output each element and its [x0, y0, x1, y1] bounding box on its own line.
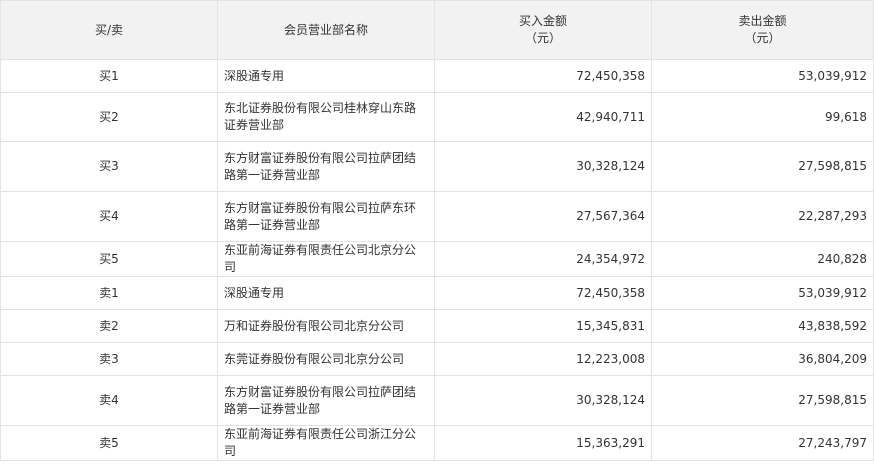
table-row: 买1 深股通专用 72,450,358 53,039,912 [0, 59, 874, 93]
header-buy-amount-label: 买入金额 [518, 14, 567, 28]
row-member-name: 万和证券股份有限公司北京分公司 [217, 309, 435, 343]
table-row: 卖1 深股通专用 72,450,358 53,039,912 [0, 276, 874, 310]
table-row: 卖3 东莞证券股份有限公司北京分公司 12,223,008 36,804,209 [0, 342, 874, 376]
row-buy-amount: 24,354,972 [434, 241, 652, 277]
header-member-name: 会员营业部名称 [217, 0, 435, 60]
row-sell-amount: 53,039,912 [651, 276, 874, 310]
row-sell-amount: 43,838,592 [651, 309, 874, 343]
row-sell-amount: 27,598,815 [651, 375, 874, 426]
table-row: 买2 东北证券股份有限公司桂林穿山东路证券营业部 42,940,711 99,6… [0, 92, 874, 142]
row-buy-amount: 72,450,358 [434, 59, 652, 93]
row-side: 卖1 [0, 276, 218, 310]
row-buy-amount: 42,940,711 [434, 92, 652, 142]
header-side: 买/卖 [0, 0, 218, 60]
trading-seats-table: 买/卖 会员营业部名称 买入金额 （元） 卖出金额 （元） 买1 深股通专用 7… [0, 0, 874, 461]
row-member-name: 东北证券股份有限公司桂林穿山东路证券营业部 [217, 92, 435, 142]
row-member-name: 东方财富证券股份有限公司拉萨团结路第一证券营业部 [217, 141, 435, 192]
row-side: 买4 [0, 191, 218, 242]
row-buy-amount: 15,345,831 [434, 309, 652, 343]
header-sell-amount-label: 卖出金额 [738, 14, 787, 28]
table-row: 卖5 东亚前海证券有限责任公司浙江分公司 15,363,291 27,243,7… [0, 425, 874, 461]
row-buy-amount: 72,450,358 [434, 276, 652, 310]
row-member-name: 东方财富证券股份有限公司拉萨东环路第一证券营业部 [217, 191, 435, 242]
row-sell-amount: 36,804,209 [651, 342, 874, 376]
row-side: 买2 [0, 92, 218, 142]
row-member-name: 东亚前海证券有限责任公司北京分公司 [217, 241, 435, 277]
row-side: 卖2 [0, 309, 218, 343]
row-side: 卖5 [0, 425, 218, 461]
header-buy-amount: 买入金额 （元） [434, 0, 652, 60]
row-member-name: 东亚前海证券有限责任公司浙江分公司 [217, 425, 435, 461]
row-side: 卖3 [0, 342, 218, 376]
row-buy-amount: 30,328,124 [434, 141, 652, 192]
table-row: 卖2 万和证券股份有限公司北京分公司 15,345,831 43,838,592 [0, 309, 874, 343]
row-buy-amount: 27,567,364 [434, 191, 652, 242]
table-row: 买5 东亚前海证券有限责任公司北京分公司 24,354,972 240,828 [0, 241, 874, 277]
table-row: 买4 东方财富证券股份有限公司拉萨东环路第一证券营业部 27,567,364 2… [0, 191, 874, 242]
row-side: 卖4 [0, 375, 218, 426]
row-buy-amount: 15,363,291 [434, 425, 652, 461]
table-row: 买3 东方财富证券股份有限公司拉萨团结路第一证券营业部 30,328,124 2… [0, 141, 874, 192]
row-sell-amount: 99,618 [651, 92, 874, 142]
row-side: 买3 [0, 141, 218, 192]
row-side: 买1 [0, 59, 218, 93]
row-sell-amount: 27,598,815 [651, 141, 874, 192]
header-sell-amount-unit: （元） [744, 31, 781, 45]
row-member-name: 东方财富证券股份有限公司拉萨团结路第一证券营业部 [217, 375, 435, 426]
row-side: 买5 [0, 241, 218, 277]
table-header-row: 买/卖 会员营业部名称 买入金额 （元） 卖出金额 （元） [0, 0, 874, 60]
row-member-name: 东莞证券股份有限公司北京分公司 [217, 342, 435, 376]
row-member-name: 深股通专用 [217, 276, 435, 310]
row-member-name: 深股通专用 [217, 59, 435, 93]
table-row: 卖4 东方财富证券股份有限公司拉萨团结路第一证券营业部 30,328,124 2… [0, 375, 874, 426]
header-sell-amount: 卖出金额 （元） [651, 0, 874, 60]
row-sell-amount: 27,243,797 [651, 425, 874, 461]
row-sell-amount: 53,039,912 [651, 59, 874, 93]
row-sell-amount: 240,828 [651, 241, 874, 277]
row-buy-amount: 30,328,124 [434, 375, 652, 426]
header-buy-amount-unit: （元） [524, 31, 561, 45]
row-buy-amount: 12,223,008 [434, 342, 652, 376]
row-sell-amount: 22,287,293 [651, 191, 874, 242]
